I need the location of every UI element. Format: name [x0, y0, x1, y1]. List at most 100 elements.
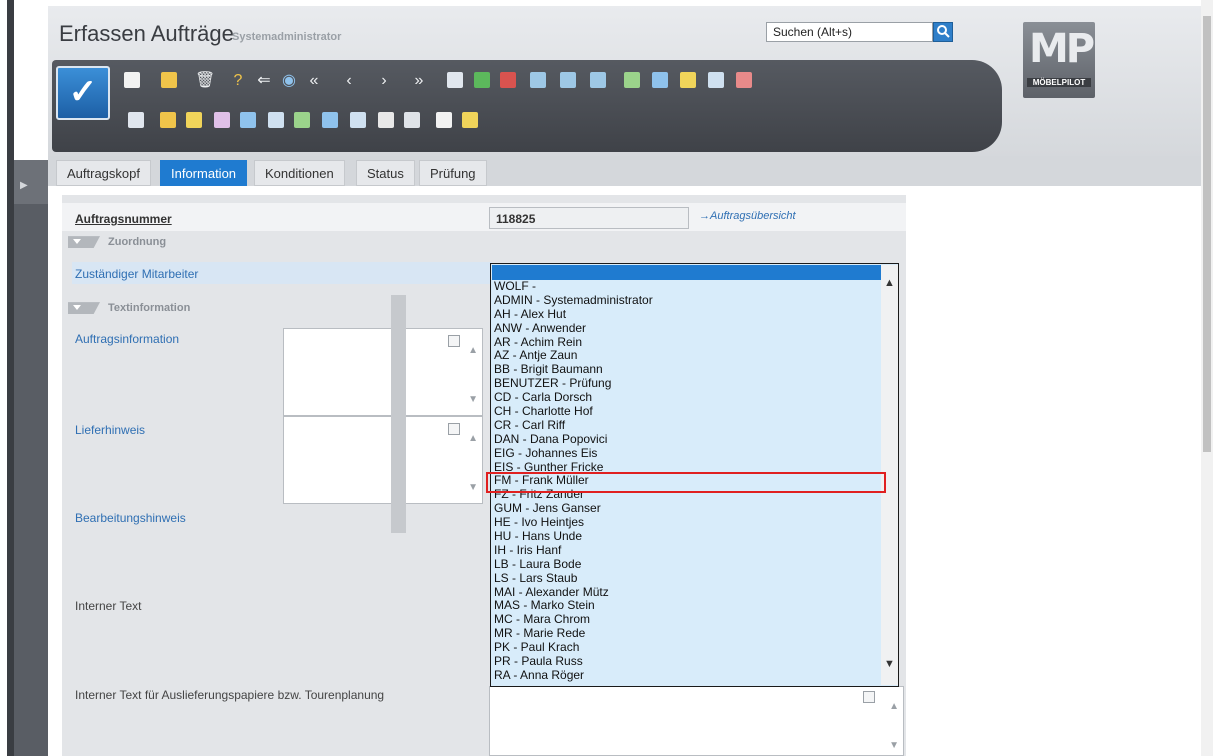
dropdown-selected-row[interactable] — [492, 265, 881, 280]
search-icon — [937, 25, 950, 38]
left-bar — [7, 0, 14, 756]
dropdown-scroll-thumb[interactable] — [391, 295, 406, 533]
order-overview-link[interactable]: →Auftragsübersicht — [699, 210, 796, 222]
open-document-icon[interactable] — [161, 72, 177, 88]
doc-stack-icon[interactable] — [268, 112, 284, 128]
payment-icon[interactable] — [186, 112, 202, 128]
dropdown-option[interactable]: BB - Brigit Baumann — [494, 363, 880, 377]
dropdown-option[interactable]: MC - Mara Chrom — [494, 613, 880, 627]
dropdown-option[interactable]: WOLF - — [494, 280, 880, 294]
dropdown-option[interactable]: LB - Laura Bode — [494, 557, 880, 572]
tab-status[interactable]: Status — [356, 160, 415, 186]
scroll-down-icon[interactable]: ▼ — [889, 740, 899, 751]
report-icon[interactable] — [447, 72, 463, 88]
dropdown-option[interactable]: GUM - Jens Ganser — [494, 502, 880, 516]
dropdown-option[interactable]: PK - Paul Krach — [494, 641, 880, 655]
hand-icon[interactable] — [436, 112, 452, 128]
scroll-up-icon[interactable]: ▲ — [889, 701, 899, 712]
dropdown-option[interactable]: MAS - Marko Stein — [494, 599, 880, 613]
tab-pruefung[interactable]: Prüfung — [419, 160, 487, 186]
dropdown-option[interactable]: CH - Charlotte Hof — [494, 405, 880, 419]
doc-print-icon[interactable] — [214, 112, 230, 128]
truck-add-icon[interactable] — [560, 72, 576, 88]
search-input[interactable]: Suchen (Alt+s) — [766, 22, 933, 42]
search-button[interactable] — [933, 22, 953, 42]
dropdown-option[interactable]: IH - Iris Hanf — [494, 543, 880, 558]
dropdown-option[interactable]: DAN - Dana Popovici — [494, 432, 880, 447]
dropdown-option[interactable]: RA - Anna Röger — [494, 668, 880, 683]
doc-light-icon[interactable] — [708, 72, 724, 88]
calculator-icon[interactable] — [240, 112, 256, 128]
confirm-button[interactable]: ✓ — [56, 66, 110, 120]
dropdown-option[interactable]: HE - Ivo Heintjes — [494, 516, 880, 530]
card-icon[interactable] — [500, 72, 516, 88]
back-icon[interactable]: ⇐ — [255, 72, 273, 90]
section-assignment-label: Zuordnung — [108, 236, 167, 248]
previous-record-icon[interactable]: ‹ — [340, 72, 358, 90]
dropdown-option[interactable]: HU - Hans Unde — [494, 530, 880, 544]
dropdown-option[interactable]: ANW - Anwender — [494, 321, 880, 336]
tab-auftragskopf[interactable]: Auftragskopf — [56, 160, 151, 186]
doc-check-icon[interactable] — [294, 112, 310, 128]
tab-information[interactable]: Information — [160, 160, 248, 186]
user-add-icon[interactable] — [350, 112, 366, 128]
order-number-label: Auftragsnummer — [75, 212, 172, 226]
tab-konditionen[interactable]: Konditionen — [254, 160, 345, 186]
side-panel — [14, 160, 48, 756]
dropdown-option[interactable]: CR - Carl Riff — [494, 418, 880, 433]
truck-icon[interactable] — [530, 72, 546, 88]
delete-icon[interactable]: 🗑 — [195, 72, 215, 90]
dropdown-option[interactable]: EIG - Johannes Eis — [494, 446, 880, 461]
dropdown-option[interactable]: MR - Marie Rede — [494, 627, 880, 641]
last-record-icon[interactable]: » — [410, 72, 428, 90]
help-icon[interactable]: ? — [229, 72, 247, 90]
new-document-icon[interactable] — [124, 72, 140, 88]
scroll-up-icon[interactable]: ▲ — [468, 345, 478, 356]
section-text[interactable]: Textinformation — [68, 302, 190, 318]
internal-delivery-textarea[interactable]: ▲ ▼ — [489, 686, 904, 756]
doc-export-icon[interactable] — [128, 112, 144, 128]
app-window: ▶ Erfassen Aufträge Systemadministrator … — [0, 0, 1213, 756]
phone-icon[interactable] — [322, 112, 338, 128]
printer-icon[interactable] — [378, 112, 394, 128]
dropdown-option[interactable]: AH - Alex Hut — [494, 307, 880, 322]
dropdown-option[interactable]: MAI - Alexander Mütz — [494, 585, 880, 600]
doc-cancel-icon[interactable] — [736, 72, 752, 88]
delivery-note-textarea[interactable]: ▲ ▼ — [283, 416, 483, 504]
doc-yellow-icon[interactable] — [680, 72, 696, 88]
dropdown-option[interactable]: AZ - Antje Zaun — [494, 349, 880, 363]
delivery-note-checkbox[interactable] — [448, 423, 460, 435]
delivery-icon[interactable] — [590, 72, 606, 88]
first-record-icon[interactable]: « — [305, 72, 323, 90]
scroll-down-icon[interactable]: ▼ — [468, 394, 478, 405]
dropdown-option[interactable]: LS - Lars Staub — [494, 571, 880, 586]
scroll-up-icon[interactable]: ▲ — [468, 433, 478, 444]
scroll-down-icon[interactable]: ▼ — [468, 482, 478, 493]
order-number-field[interactable]: 118825 — [489, 207, 689, 229]
section-text-label: Textinformation — [108, 302, 191, 314]
order-info-textarea[interactable]: ▲ ▼ — [283, 328, 483, 416]
order-info-checkbox[interactable] — [448, 335, 460, 347]
report-green-icon[interactable] — [474, 72, 490, 88]
scroll-down-icon[interactable]: ▼ — [884, 658, 895, 670]
dropdown-option[interactable]: BENUTZER - Prüfung — [494, 377, 880, 391]
internal-text-label: Interner Text — [75, 599, 142, 613]
grid-icon[interactable] — [462, 112, 478, 128]
processing-note-label: Bearbeitungshinweis — [75, 511, 186, 525]
dropdown-option[interactable]: AR - Achim Rein — [494, 335, 880, 350]
magnifier-icon[interactable]: ◉ — [280, 72, 298, 90]
doc-blue-icon[interactable] — [652, 72, 668, 88]
doc-green-icon[interactable] — [624, 72, 640, 88]
internal-delivery-checkbox[interactable] — [863, 691, 875, 703]
folder-icon[interactable] — [160, 112, 176, 128]
next-record-icon[interactable]: › — [375, 72, 393, 90]
dropdown-option[interactable]: PR - Paula Russ — [494, 655, 880, 669]
section-assignment[interactable]: Zuordnung — [68, 236, 166, 252]
expand-arrow-icon[interactable]: ▶ — [20, 180, 28, 191]
page-scroll-thumb[interactable] — [1203, 16, 1211, 452]
collapse-icon — [68, 236, 100, 249]
calendar-icon[interactable] — [404, 112, 420, 128]
scroll-up-icon[interactable]: ▲ — [884, 277, 895, 289]
dropdown-option[interactable]: CD - Carla Dorsch — [494, 391, 880, 405]
dropdown-option[interactable]: ADMIN - Systemadministrator — [494, 293, 880, 308]
